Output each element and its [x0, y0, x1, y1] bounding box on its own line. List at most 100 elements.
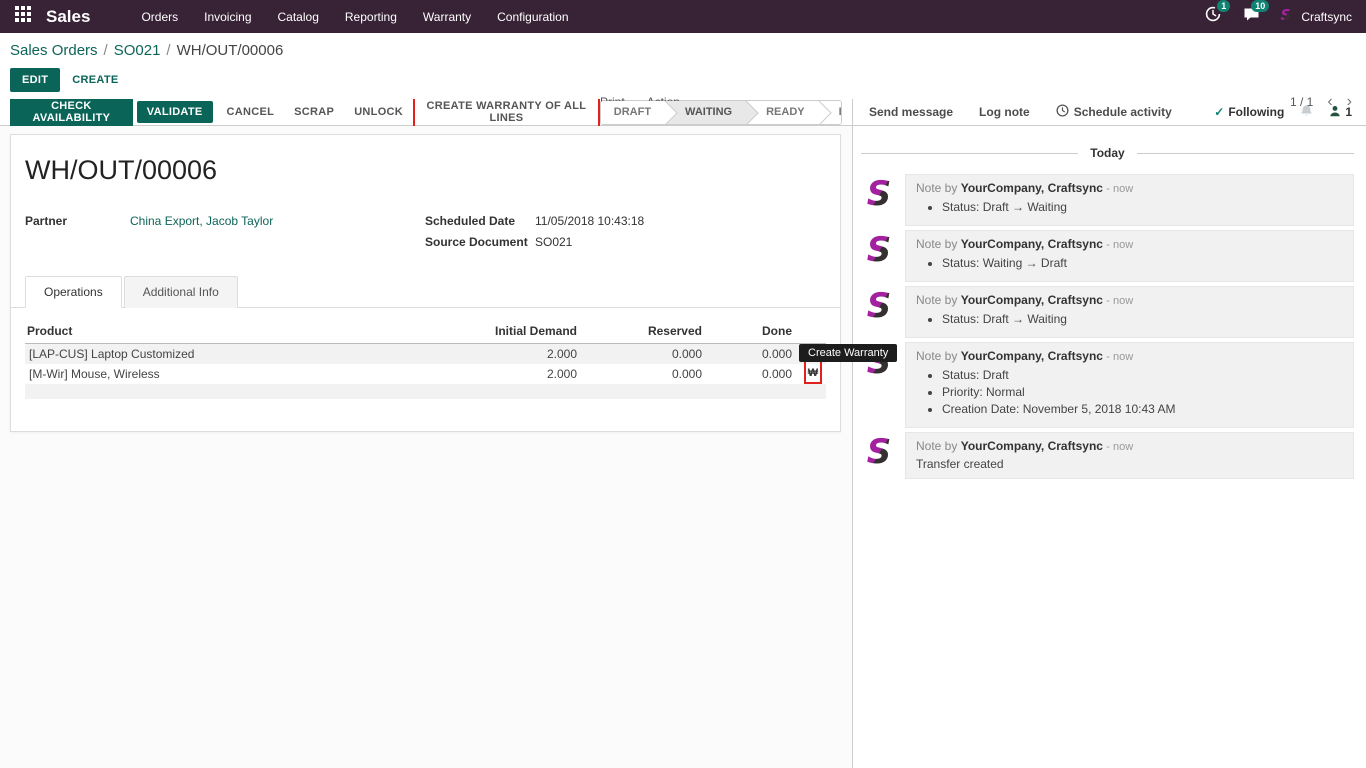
svg-text:S: S	[867, 434, 892, 470]
create-warranty-tooltip: Create Warranty	[799, 344, 897, 362]
clock-icon	[1056, 104, 1069, 120]
message-bullet: Creation Date: November 5, 2018 10:43 AM	[942, 401, 1343, 418]
avatar: S	[861, 288, 897, 324]
check-icon: ✓	[1214, 105, 1224, 119]
message-bullet: Status: Draft → Waiting	[942, 199, 1343, 216]
svg-text:S: S	[1281, 7, 1292, 23]
form-view-area: WH/OUT/00006 Partner China Export, Jacob…	[0, 126, 853, 768]
create-warranty-all-lines-button[interactable]: CREATE WARRANTY OF ALL LINES	[413, 95, 600, 129]
pager-next-button[interactable]: ›	[1347, 96, 1352, 108]
column-header-initial-demand: Initial Demand	[451, 320, 581, 344]
edit-button[interactable]: EDIT	[10, 68, 60, 92]
record-title: WH/OUT/00006	[25, 155, 826, 186]
message-text: Transfer created	[916, 457, 1343, 471]
app-menu: Orders Invoicing Catalog Reporting Warra…	[130, 1, 579, 33]
validate-button[interactable]: VALIDATE	[137, 101, 213, 123]
pager-previous-button[interactable]: ‹	[1327, 96, 1332, 108]
column-header-product: Product	[25, 320, 451, 344]
step-draft[interactable]: DRAFT	[601, 101, 665, 124]
message-bullet: Status: Draft	[942, 367, 1343, 384]
source-document-value: SO021	[535, 235, 644, 249]
svg-text:S: S	[867, 176, 892, 212]
column-header-reserved: Reserved	[581, 320, 706, 344]
log-note-button[interactable]: Log note	[979, 105, 1030, 119]
message-time: - now	[1106, 239, 1133, 251]
form-sheet: WH/OUT/00006 Partner China Export, Jacob…	[10, 134, 841, 432]
menu-catalog[interactable]: Catalog	[267, 1, 330, 33]
message-time: - now	[1106, 441, 1133, 453]
cell-product: [M-Wir] Mouse, Wireless	[25, 364, 451, 384]
form-statusbar: CHECK AVAILABILITY VALIDATE CANCEL SCRAP…	[0, 99, 853, 125]
column-header-done: Done	[706, 320, 796, 344]
avatar: S	[861, 434, 897, 470]
notebook-tabs: Operations Additional Info	[11, 275, 840, 308]
tab-additional-info[interactable]: Additional Info	[124, 276, 238, 308]
menu-reporting[interactable]: Reporting	[334, 1, 408, 33]
create-button[interactable]: CREATE	[60, 68, 130, 92]
messages-badge: 10	[1251, 0, 1269, 12]
message-time: - now	[1106, 351, 1133, 363]
message-bullet: Status: Waiting → Draft	[942, 255, 1343, 272]
message-bullet: Status: Draft → Waiting	[942, 311, 1343, 328]
chatter-message: S Note by YourCompany, Craftsync - now S…	[861, 174, 1354, 226]
unlock-button[interactable]: UNLOCK	[344, 101, 413, 123]
chatter-message: S Note by YourCompany, Craftsync - now T…	[861, 432, 1354, 479]
table-row[interactable]: [LAP-CUS] Laptop Customized 2.000 0.000 …	[25, 344, 826, 365]
send-message-button[interactable]: Send message	[869, 105, 953, 119]
svg-text:S: S	[867, 288, 892, 324]
user-menu-button[interactable]: S Craftsync	[1278, 7, 1352, 26]
cell-done: 0.000	[706, 364, 796, 384]
current-app-name[interactable]: Sales	[46, 7, 90, 27]
table-row[interactable]: [M-Wir] Mouse, Wireless 2.000 0.000 0.00…	[25, 364, 826, 384]
pager-value: 1 / 1	[1290, 95, 1313, 109]
breadcrumb-separator: /	[166, 42, 170, 59]
message-author: YourCompany, Craftsync	[961, 439, 1103, 453]
apps-menu-button[interactable]	[0, 6, 46, 27]
chatter-message: S Note by YourCompany, Craftsync - now S…	[861, 286, 1354, 338]
scrap-button[interactable]: SCRAP	[284, 101, 344, 123]
source-document-label: Source Document	[425, 235, 535, 249]
breadcrumb-sales-orders[interactable]: Sales Orders	[10, 42, 98, 59]
cell-done: 0.000	[706, 344, 796, 365]
message-author: YourCompany, Craftsync	[961, 349, 1103, 363]
activity-badge: 1	[1217, 0, 1230, 12]
activity-menu-button[interactable]: 1	[1205, 6, 1221, 27]
apps-grid-icon	[15, 6, 31, 27]
cell-product: [LAP-CUS] Laptop Customized	[25, 344, 451, 365]
scheduled-date-label: Scheduled Date	[425, 214, 535, 228]
breadcrumb-so021[interactable]: SO021	[114, 42, 161, 59]
message-time: - now	[1106, 295, 1133, 307]
svg-text:S: S	[867, 232, 892, 268]
menu-invoicing[interactable]: Invoicing	[193, 1, 262, 33]
day-divider: Today	[861, 146, 1354, 160]
breadcrumb-current: WH/OUT/00006	[177, 42, 284, 59]
status-steps: DRAFT WAITING READY DONE	[600, 100, 842, 125]
cell-reserved: 0.000	[581, 344, 706, 365]
message-bullet: Priority: Normal	[942, 384, 1343, 401]
menu-configuration[interactable]: Configuration	[486, 1, 579, 33]
scheduled-date-value: 11/05/2018 10:43:18	[535, 214, 644, 228]
schedule-activity-button[interactable]: Schedule activity	[1056, 104, 1172, 120]
cell-initial-demand: 2.000	[451, 344, 581, 365]
breadcrumb-separator: /	[104, 42, 108, 59]
breadcrumb: Sales Orders / SO021 / WH/OUT/00006	[0, 33, 1366, 63]
menu-warranty[interactable]: Warranty	[412, 1, 482, 33]
partner-label: Partner	[25, 214, 130, 249]
check-availability-button[interactable]: CHECK AVAILABILITY	[10, 95, 133, 129]
chatter-message: S Note by YourCompany, Craftsync - now S…	[861, 342, 1354, 428]
create-warranty-icon[interactable]: ₩	[804, 364, 822, 384]
messages-menu-button[interactable]: 10	[1243, 6, 1260, 27]
tab-operations[interactable]: Operations	[25, 276, 122, 308]
top-navbar: Sales Orders Invoicing Catalog Reporting…	[0, 0, 1366, 33]
company-logo-icon: S	[1278, 7, 1294, 26]
partner-value-link[interactable]: China Export, Jacob Taylor	[130, 214, 273, 228]
cancel-button[interactable]: CANCEL	[217, 101, 285, 123]
operations-table: Product Initial Demand Reserved Done [LA…	[25, 320, 826, 399]
chatter-message: S Note by YourCompany, Craftsync - now S…	[861, 230, 1354, 282]
cell-initial-demand: 2.000	[451, 364, 581, 384]
avatar: S	[861, 176, 897, 212]
menu-orders[interactable]: Orders	[130, 1, 189, 33]
message-author: YourCompany, Craftsync	[961, 237, 1103, 251]
following-toggle[interactable]: ✓ Following	[1214, 105, 1284, 119]
table-empty-row[interactable]	[25, 384, 826, 399]
